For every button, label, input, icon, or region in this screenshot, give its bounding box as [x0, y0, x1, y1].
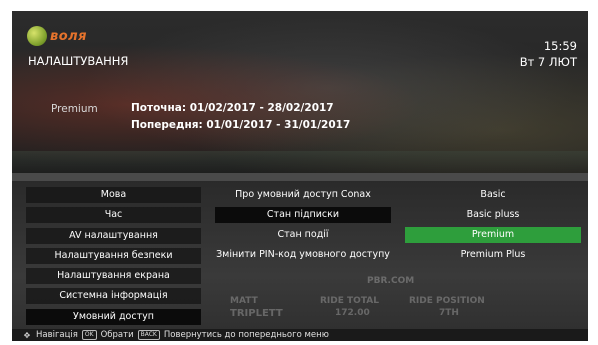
hint-back: Повернутись до попереднього меню — [163, 330, 329, 340]
menu-item-change-pin[interactable]: Змінити PIN-код умовного доступу — [215, 247, 391, 263]
previous-period: Попередня: 01/01/2017 - 31/01/2017 — [131, 119, 351, 131]
package-premium[interactable]: Premium — [405, 227, 581, 243]
menu-separator — [12, 173, 588, 181]
hint-select: Обрати — [100, 330, 134, 340]
ok-key-icon: OK — [81, 330, 97, 340]
bg-site-text: PBR.COM — [367, 276, 415, 286]
menu-item-security[interactable]: Налаштування безпеки — [26, 247, 201, 264]
subscription-plan: Premium — [51, 103, 98, 115]
bg-name-2: TRIPLETT — [230, 308, 283, 319]
current-period: Поточна: 01/02/2017 - 28/02/2017 — [131, 102, 334, 114]
menu-item-display[interactable]: Налаштування екрана — [26, 268, 201, 285]
package-basic[interactable]: Basic — [405, 187, 581, 203]
footer-hints: ✥ Навігація OK Обрати BACK Повернутись д… — [12, 329, 588, 341]
menu-item-about-conax[interactable]: Про умовний доступ Conax — [215, 187, 391, 203]
hint-navigate: Навігація — [36, 330, 78, 340]
menu-item-conditional-access[interactable]: Умовний доступ — [26, 308, 201, 325]
bg-ride-position: 7TH — [439, 308, 459, 318]
menu-item-subscription-status[interactable]: Стан підписки — [215, 207, 391, 223]
logo-icon — [27, 26, 47, 46]
main-menu: Мова Час AV налаштування Налаштування бе… — [26, 187, 201, 329]
logo-text: воля — [50, 28, 88, 44]
bg-name-1: MATT — [230, 296, 258, 306]
menu-item-language[interactable]: Мова — [26, 187, 201, 203]
menu-item-event-status[interactable]: Стан події — [215, 227, 391, 243]
ca-submenu: Про умовний доступ Conax Стан підписки С… — [215, 187, 391, 267]
bg-ride-total: 172.00 — [335, 308, 370, 318]
background-stripe — [12, 151, 588, 175]
tv-screen: воля НАЛАШТУВАННЯ 15:59 Вт 7 ЛЮТ Premium… — [12, 11, 588, 341]
page-title: НАЛАШТУВАННЯ — [28, 54, 129, 68]
bg-ride-position-label: RIDE POSITION — [409, 296, 485, 306]
back-key-icon: BACK — [137, 330, 160, 340]
bg-ride-total-label: RIDE TOTAL — [320, 296, 379, 306]
package-basic-pluss[interactable]: Basic pluss — [405, 207, 581, 223]
navigation-arrows-icon: ✥ — [23, 330, 31, 340]
menu-item-system-info[interactable]: Системна інформація — [26, 288, 201, 305]
menu-item-time[interactable]: Час — [26, 207, 201, 224]
package-list: Basic Basic pluss Premium Premium Plus — [405, 187, 581, 267]
package-premium-plus[interactable]: Premium Plus — [405, 247, 581, 263]
menu-item-av-settings[interactable]: AV налаштування — [26, 227, 201, 244]
brand-logo: воля — [27, 25, 87, 47]
date: Вт 7 ЛЮТ — [519, 55, 577, 69]
clock: 15:59 — [543, 39, 577, 53]
